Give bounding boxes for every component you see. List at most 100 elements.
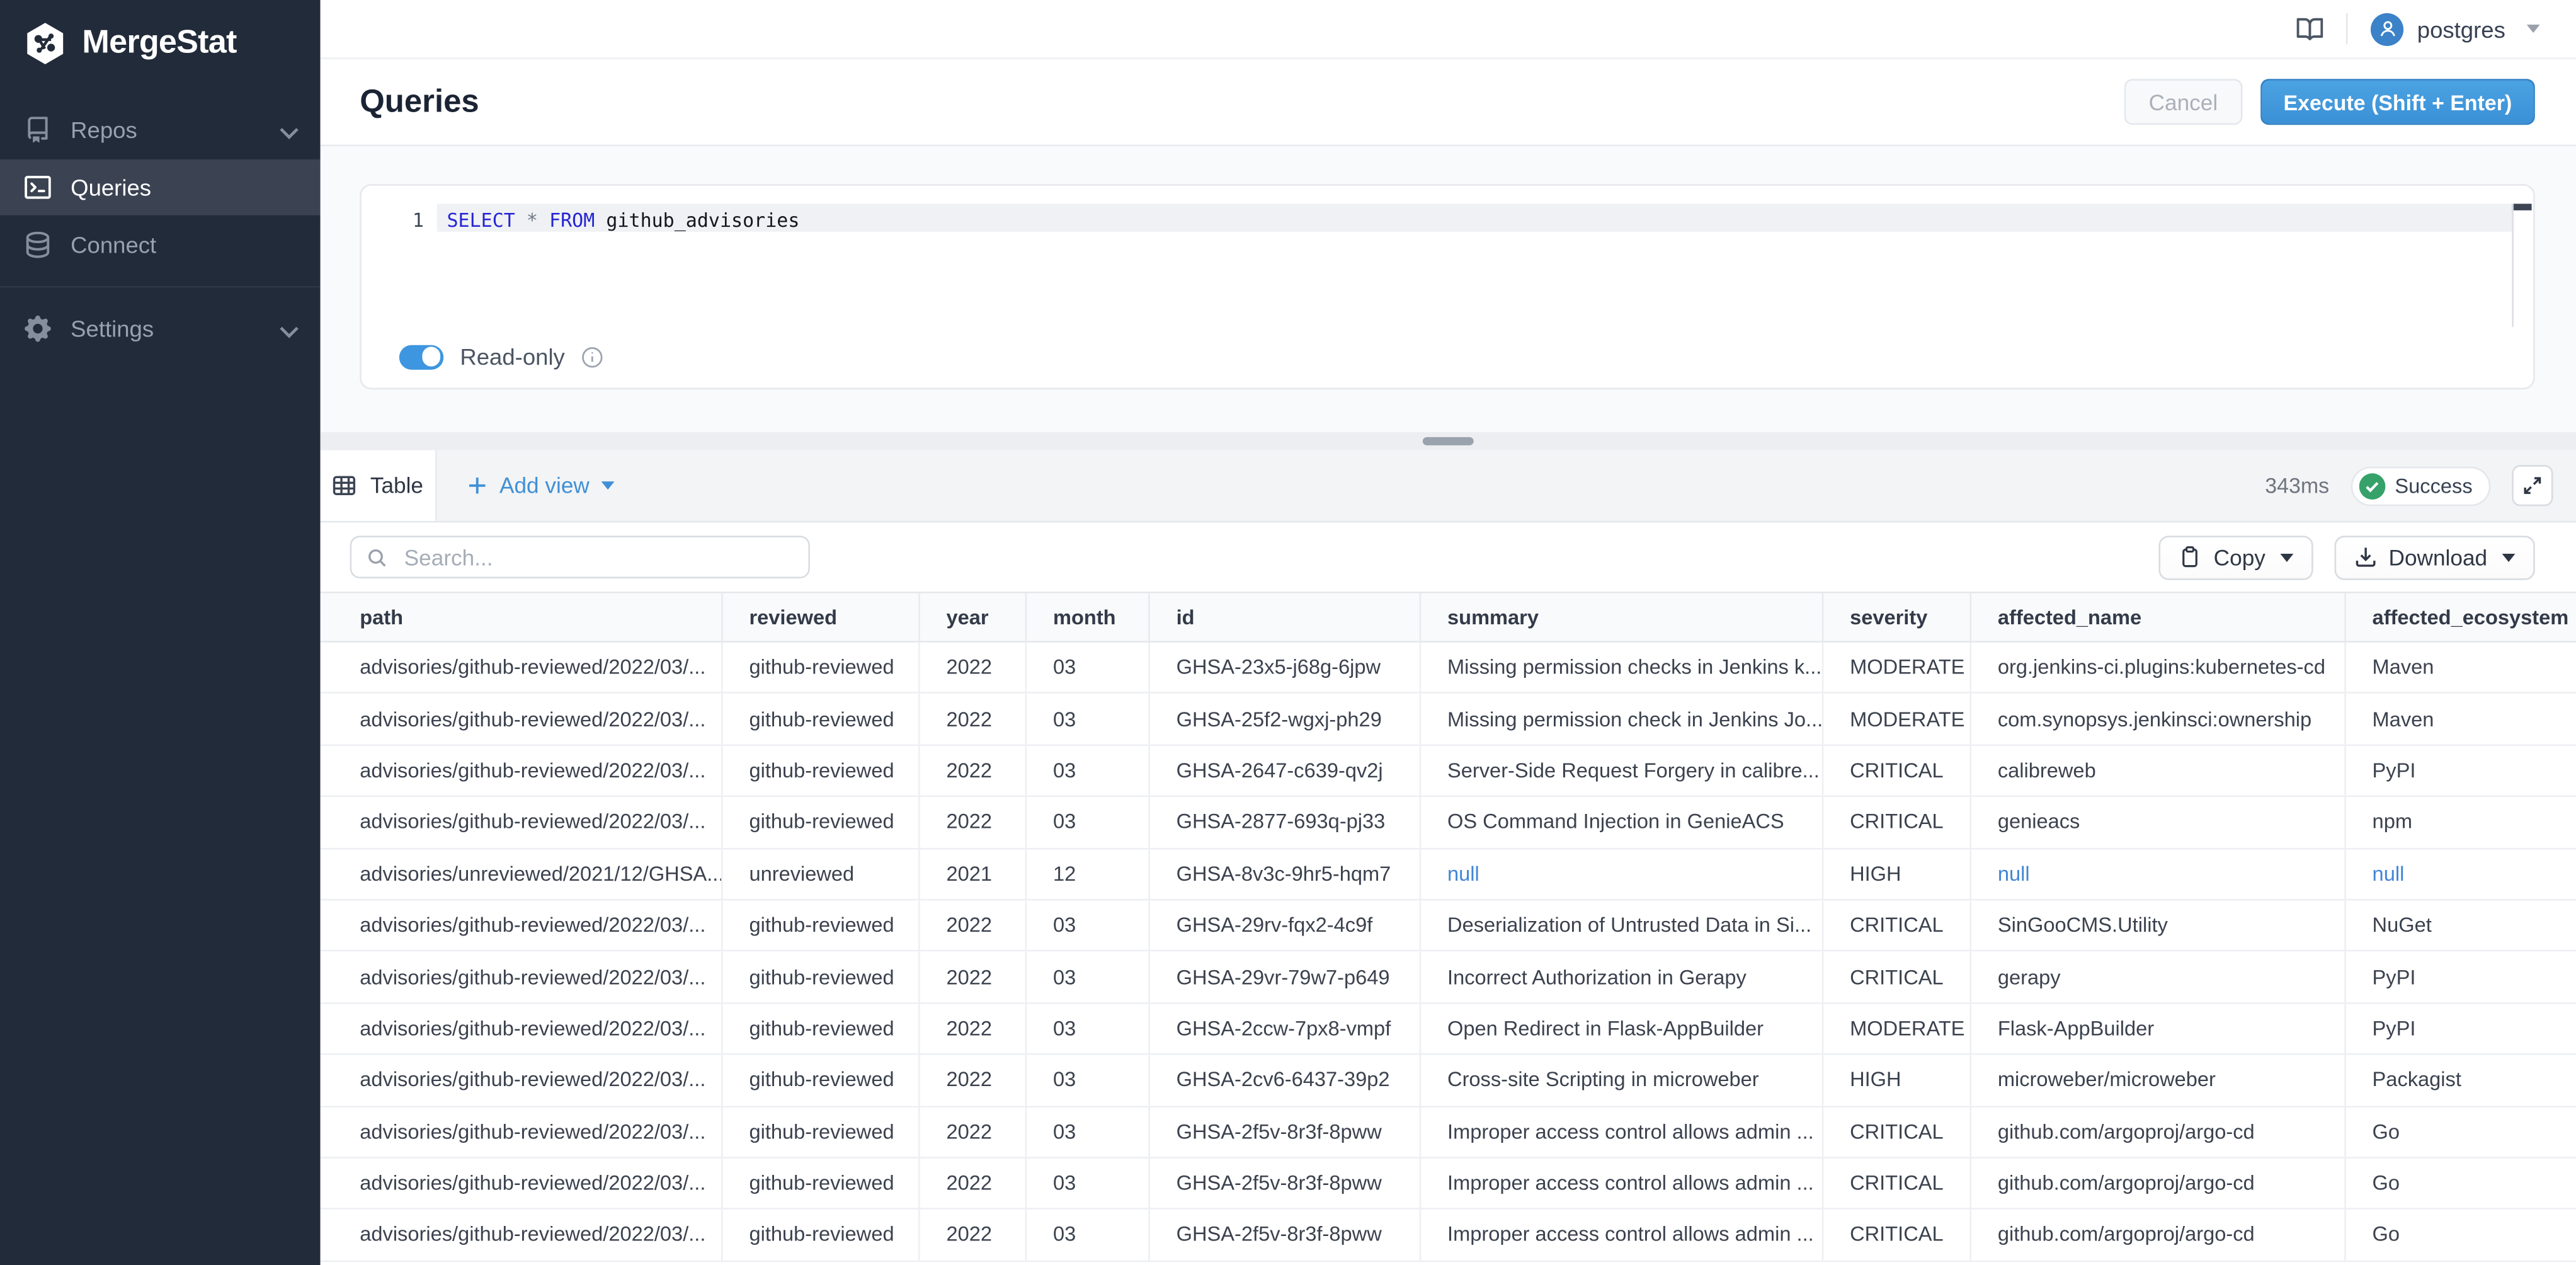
cell-path: advisories/github-reviewed/2022/03/...	[321, 643, 723, 692]
cell-affected_ecosystem: Packagist	[2346, 1055, 2576, 1105]
tab-table[interactable]: Table	[321, 450, 437, 521]
readonly-toggle[interactable]	[399, 344, 443, 369]
cell-affected_ecosystem: Go	[2346, 1210, 2576, 1260]
caret-down-icon	[2502, 553, 2516, 561]
cell-id: GHSA-2cv6-6437-39p2	[1150, 1055, 1421, 1105]
cell-month: 03	[1027, 1004, 1150, 1053]
cell-reviewed: github-reviewed	[723, 952, 920, 1002]
cell-path: advisories/unreviewed/2021/12/GHSA...	[321, 849, 723, 898]
cell-month: 03	[1027, 900, 1150, 950]
cell-affected_name: github.com/argoproj/argo-cd	[1971, 1210, 2346, 1260]
header-actions: Cancel Execute (Shift + Enter)	[2124, 79, 2534, 125]
sidebar-item-label: Connect	[71, 231, 156, 258]
sidebar-item-repos[interactable]: Repos	[0, 102, 321, 159]
download-label: Download	[2389, 545, 2488, 570]
search-input[interactable]	[401, 543, 793, 571]
table-row[interactable]: advisories/github-reviewed/2022/03/...gi…	[321, 1055, 2576, 1107]
cell-path: advisories/github-reviewed/2022/03/...	[321, 1107, 723, 1157]
cell-affected_name: null	[1971, 849, 2346, 898]
table-row[interactable]: advisories/github-reviewed/2022/03/...gi…	[321, 643, 2576, 694]
cell-id: GHSA-25f2-wgxj-ph29	[1150, 694, 1421, 744]
sql-token-operator: *	[515, 208, 549, 231]
table-row[interactable]: advisories/github-reviewed/2022/03/...gi…	[321, 1210, 2576, 1262]
cell-id: GHSA-29rv-fqx2-4c9f	[1150, 900, 1421, 950]
sidebar-item-label: Queries	[71, 175, 151, 201]
table-header-row: pathreviewedyearmonthidsummaryseverityaf…	[321, 592, 2576, 643]
sidebar-item-connect[interactable]: Connect	[0, 216, 321, 273]
execute-button[interactable]: Execute (Shift + Enter)	[2260, 79, 2535, 125]
cell-affected_ecosystem: Maven	[2346, 694, 2576, 744]
cancel-button[interactable]: Cancel	[2124, 79, 2242, 125]
cell-severity: MODERATE	[1823, 1004, 1971, 1053]
cell-severity: CRITICAL	[1823, 746, 1971, 796]
panel-resize-handle[interactable]	[321, 432, 2576, 450]
copy-button[interactable]: Copy	[2160, 535, 2313, 579]
app-window: MergeStat Repos Queries	[0, 0, 2576, 1265]
cell-reviewed: github-reviewed	[723, 694, 920, 744]
cell-affected_name: github.com/argoproj/argo-cd	[1971, 1107, 2346, 1157]
expand-button[interactable]	[2512, 465, 2553, 506]
line-number: 1	[362, 208, 424, 231]
brand[interactable]: MergeStat	[0, 0, 321, 87]
tab-table-label: Table	[370, 473, 423, 498]
cell-reviewed: github-reviewed	[723, 798, 920, 847]
info-icon[interactable]	[581, 346, 603, 367]
cell-year: 2022	[920, 1055, 1027, 1105]
table-row[interactable]: advisories/github-reviewed/2022/03/...gi…	[321, 1159, 2576, 1210]
column-header-summary: summary	[1421, 593, 1823, 641]
cell-id: GHSA-8v3c-9hr5-hqm7	[1150, 849, 1421, 898]
table-row[interactable]: advisories/github-reviewed/2022/03/...gi…	[321, 1004, 2576, 1055]
cell-severity: HIGH	[1823, 1055, 1971, 1105]
table-row[interactable]: advisories/github-reviewed/2022/03/...gi…	[321, 746, 2576, 798]
cell-affected_name: microweber/microweber	[1971, 1055, 2346, 1105]
main-area: postgres Queries Cancel Execute (Shift +…	[321, 0, 2576, 1265]
cell-path: advisories/github-reviewed/2022/03/...	[321, 1159, 723, 1208]
table-row[interactable]: advisories/unreviewed/2021/12/GHSA...unr…	[321, 849, 2576, 900]
table-row[interactable]: advisories/github-reviewed/2022/03/...gi…	[321, 952, 2576, 1004]
terminal-icon	[25, 175, 51, 201]
cell-month: 03	[1027, 694, 1150, 744]
cell-severity: CRITICAL	[1823, 798, 1971, 847]
sidebar-item-queries[interactable]: Queries	[0, 159, 321, 215]
cell-year: 2022	[920, 1004, 1027, 1053]
cell-year: 2022	[920, 900, 1027, 950]
cell-id: GHSA-2f5v-8r3f-8pww	[1150, 1107, 1421, 1157]
search-box[interactable]	[350, 535, 810, 578]
docs-book-icon[interactable]	[2297, 16, 2323, 42]
cell-path: advisories/github-reviewed/2022/03/...	[321, 746, 723, 796]
cell-severity: CRITICAL	[1823, 1210, 1971, 1260]
column-header-severity: severity	[1823, 593, 1971, 641]
caret-down-icon	[2527, 25, 2540, 33]
cell-year: 2022	[920, 643, 1027, 692]
chevron-down-icon	[276, 120, 295, 140]
sql-token-plain: github_advisories	[595, 208, 799, 231]
cell-reviewed: github-reviewed	[723, 1159, 920, 1208]
user-menu[interactable]: postgres	[2371, 13, 2540, 45]
cell-summary: Improper access control allows admin ...	[1421, 1107, 1823, 1157]
cell-path: advisories/github-reviewed/2022/03/...	[321, 1004, 723, 1053]
table-row[interactable]: advisories/github-reviewed/2022/03/... gi…	[321, 1107, 2576, 1159]
add-view-button[interactable]: Add view	[467, 450, 614, 521]
editor-scrollbar-thumb[interactable]	[2512, 203, 2531, 209]
sql-editor[interactable]: 1 SELECT * FROM github_advisories	[362, 186, 2533, 327]
cell-severity: CRITICAL	[1823, 1159, 1971, 1208]
cell-path: advisories/github-reviewed/2022/03/...	[321, 798, 723, 847]
content: 1 SELECT * FROM github_advisories Read-o…	[321, 146, 2576, 1265]
chevron-down-icon	[276, 319, 295, 339]
cell-month: 03	[1027, 1159, 1150, 1208]
table-row[interactable]: advisories/github-reviewed/2022/03/...gi…	[321, 694, 2576, 746]
download-button[interactable]: Download	[2334, 535, 2534, 579]
table-row[interactable]: advisories/github-reviewed/2022/03/...gi…	[321, 900, 2576, 952]
sql-token-keyword: SELECT	[447, 208, 515, 231]
column-header-reviewed: reviewed	[723, 593, 920, 641]
cell-summary: OS Command Injection in GenieACS	[1421, 798, 1823, 847]
cell-summary: Cross-site Scripting in microweber	[1421, 1055, 1823, 1105]
table-row[interactable]: advisories/github-reviewed/2022/03/...gi…	[321, 798, 2576, 849]
cell-summary: Improper access control allows admin ...	[1421, 1210, 1823, 1260]
cell-affected_name: github.com/argoproj/argo-cd	[1971, 1159, 2346, 1208]
sidebar-item-settings[interactable]: Settings	[0, 301, 321, 358]
cell-summary: Open Redirect in Flask-AppBuilder	[1421, 1004, 1823, 1053]
readonly-row: Read-only	[362, 325, 603, 387]
cell-year: 2021	[920, 849, 1027, 898]
cell-summary: null	[1421, 849, 1823, 898]
